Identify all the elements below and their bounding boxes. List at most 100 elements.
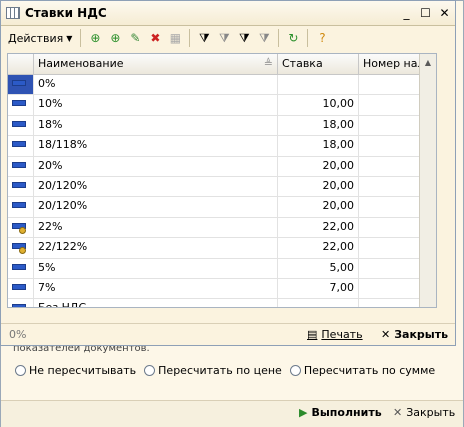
item-icon [12,80,26,86]
row-icon-cell [8,115,34,136]
predefined-item-icon [12,243,26,255]
refresh-icon[interactable]: ↻ [284,29,302,47]
background-bottom-bar: ▶ Выполнить ✕ Закрыть [1,400,463,427]
radio-circle-icon [144,365,156,376]
row-icon-cell [8,176,34,197]
item-icon [12,202,26,209]
table-row[interactable]: 22%22,001 [8,217,436,239]
predefined-item-icon [12,304,26,307]
cell-rate: 5,00 [278,258,359,278]
table-header: Наименование ≜ Ставка Номер нало... [8,54,436,75]
cell-name: 18/118% [34,136,278,156]
table-row[interactable]: 18/118% 18,00 [8,136,436,157]
title-bar: Ставки НДС _ ☐ ✕ [1,1,455,26]
radio-label: Пересчитать по сумме [303,364,436,377]
item-icon [12,263,26,270]
maximize-button[interactable]: ☐ [417,5,434,22]
table-icon [6,7,20,19]
filter-clear-icon[interactable]: ⧩ [255,29,273,47]
toolbar-separator [278,29,280,47]
radio-circle-icon [15,365,26,376]
table-row[interactable]: 22/122%22,005 [8,238,436,259]
print-button[interactable]: ▤ Печать [307,328,363,341]
toolbar: Действия ▼ ⊕ ⊕ ✎ ✖ ▦ ⧩ ⧩ ⧩ ⧩ ↻ ? [1,26,455,50]
help-icon[interactable]: ? [313,29,331,47]
filter-list-icon[interactable]: ⧩ [235,29,253,47]
item-icon [12,120,26,127]
minimize-button[interactable]: _ [398,5,415,22]
run-button[interactable]: ▶ Выполнить [299,406,382,419]
radio-recalc-sum[interactable]: Пересчитать по сумме [289,364,436,377]
dropdown-arrow-icon: ▼ [66,33,73,43]
cell-name: 22/122% [34,238,278,258]
cell-name: 7% [34,278,278,299]
item-icon [12,161,26,168]
close-label: Закрыть [406,406,456,419]
cell-rate: 20,00 [278,156,359,176]
table-row[interactable]: 5%5,006 [8,258,436,279]
cell-rate: 7,00 [278,278,359,299]
sort-icon: ≜ [263,57,273,70]
row-icon-cell [8,156,34,176]
vertical-scrollbar[interactable]: ▲ [419,54,436,307]
table-row[interactable]: 18% 18,00 [8,115,436,137]
cell-name: 22% [34,217,278,238]
cell-rate: 18,00 [278,115,359,136]
close-button[interactable]: ✕ Закрыть [381,328,448,341]
run-label: Выполнить [311,406,382,419]
header-rate[interactable]: Ставка [278,54,359,74]
radio-label: Не пересчитывать [29,364,137,377]
scroll-up-icon[interactable]: ▲ [420,54,436,70]
radio-recalc-price[interactable]: Пересчитать по цене [144,364,282,377]
predefined-item-icon [12,222,26,234]
item-icon [12,141,26,148]
close-label: Закрыть [394,328,449,341]
table-row[interactable]: 0% [8,75,436,96]
cell-name: 20% [34,156,278,176]
row-icon-cell [8,95,34,115]
header-name[interactable]: Наименование ≜ [34,54,278,74]
edit-icon[interactable]: ✎ [126,29,144,47]
close-window-button[interactable]: ✕ [436,5,453,22]
filter-icon[interactable]: ⧩ [195,29,213,47]
vat-rates-table: Наименование ≜ Ставка Номер нало... 0% 10%… [7,53,437,308]
table-body: 0%10%10,0018%18,0018/118%18,0020%20,0012… [8,75,436,307]
item-icon [12,100,26,107]
status-bar: 0% ▤ Печать ✕ Закрыть [1,323,455,348]
toolbar-separator [189,29,191,47]
copy-icon[interactable]: ⊕ [106,29,124,47]
header-icon-column [8,54,34,74]
table-row[interactable]: 10% 10,00 [8,95,436,116]
table-row[interactable]: 20/120%20,005 [8,197,436,218]
row-icon-cell [8,278,34,299]
radio-circle-icon [289,365,301,376]
close-x-icon: ✕ [393,406,403,419]
item-icon [12,283,26,290]
row-icon-cell [8,136,34,156]
radio-no-recalc[interactable]: Не пересчитывать [15,364,136,377]
actions-menu[interactable]: Действия ▼ [5,30,75,47]
print-label: Печать [321,328,363,341]
row-icon-cell [8,238,34,258]
window-title: Ставки НДС [25,6,107,20]
cell-rate: 22,00 [278,238,359,258]
cell-name: Без НДС [34,299,278,307]
status-percent: 0% [9,328,27,341]
row-icon-cell [8,217,34,238]
save-icon[interactable]: ▦ [166,29,184,47]
table-row[interactable]: 7%7,006 [8,278,436,300]
cell-rate: 20,00 [278,197,359,217]
cell-name: 20/120% [34,197,278,217]
item-icon [12,181,26,188]
table-row[interactable]: 20%20,001 [8,156,436,177]
cell-rate: 20,00 [278,176,359,197]
add-icon[interactable]: ⊕ [86,29,104,47]
table-row[interactable]: Без НДС4 [8,299,436,307]
cell-rate: 10,00 [278,95,359,115]
table-row[interactable]: 20/120%20,005 [8,176,436,198]
cell-name: 10% [34,95,278,115]
filter-by-value-icon[interactable]: ⧩ [215,29,233,47]
vat-rates-dialog: Ставки НДС _ ☐ ✕ Действия ▼ ⊕ ⊕ ✎ ✖ ▦ ⧩ ⧩… [0,0,456,346]
delete-icon[interactable]: ✖ [146,29,164,47]
background-close-button[interactable]: ✕ Закрыть [393,406,455,419]
